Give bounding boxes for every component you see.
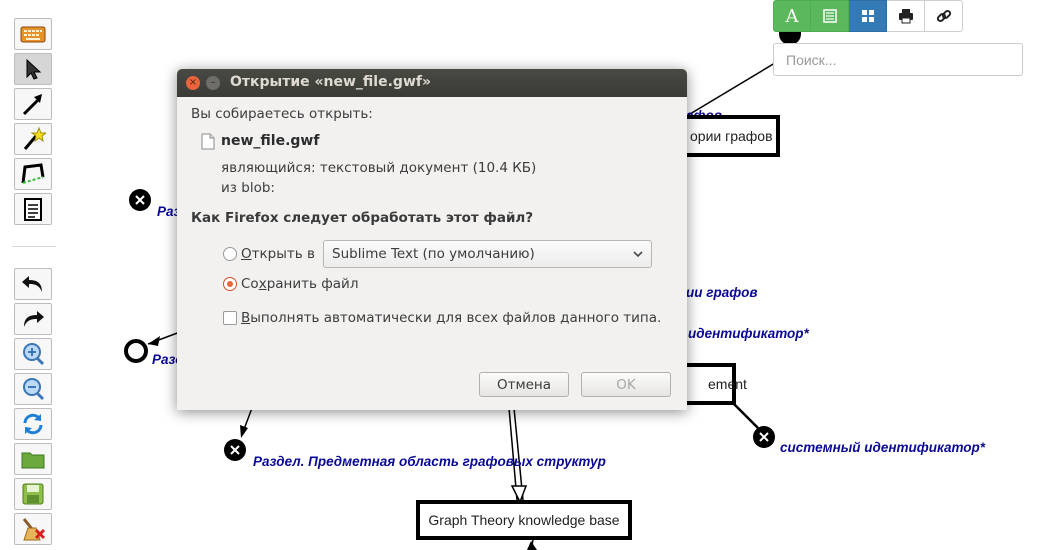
minimize-icon: – (210, 77, 216, 88)
open-with-label[interactable]: Открыть в (241, 246, 315, 262)
save-file-mnemonic: х (258, 276, 267, 292)
print-button[interactable] (887, 0, 925, 32)
question-heading: Как Firefox следует обработать этот файл… (191, 210, 534, 226)
graph-node[interactable] (753, 426, 775, 448)
file-type-line: являющийся: текстовый документ (10.4 КБ) (221, 160, 537, 176)
close-icon: × (188, 77, 198, 88)
cancel-button[interactable]: Отмена (479, 372, 569, 397)
link-button[interactable] (925, 0, 963, 32)
auto-action-label[interactable]: Выполнять автоматически для всех файлов … (241, 310, 661, 326)
graph-label[interactable]: идентификатор* (688, 326, 809, 341)
auto-action-mnemonic: В (241, 310, 251, 326)
minimize-window-button[interactable]: – (206, 76, 220, 90)
grid-icon (861, 10, 874, 22)
list-mode-button[interactable] (811, 0, 849, 32)
graph-label[interactable]: ии графов (686, 285, 758, 300)
open-with-mnemonic: О (241, 246, 252, 262)
ok-button[interactable]: OK (581, 372, 671, 397)
dialog-title: Открытие «new_file.gwf» (230, 74, 432, 90)
file-name: new_file.gwf (221, 133, 320, 149)
graph-node[interactable] (124, 339, 148, 363)
dialog-titlebar[interactable]: × – Открытие «new_file.gwf» (177, 69, 687, 97)
open-with-label-text: ткрыть в (251, 246, 315, 262)
graph-node[interactable] (129, 189, 151, 211)
graph-box-kb[interactable]: Graph Theory knowledge base (416, 500, 632, 540)
open-with-radio[interactable] (223, 247, 237, 261)
search-input[interactable] (773, 43, 1023, 76)
document-icon (201, 133, 215, 150)
file-source-line: из blob: (221, 180, 275, 196)
print-icon (898, 9, 913, 24)
intro-text: Вы собираетесь открыть: (191, 106, 373, 122)
application-select[interactable]: Sublime Text (по умолчанию) (323, 240, 652, 268)
download-dialog: × – Открытие «new_file.gwf» Вы собираете… (177, 69, 687, 410)
link-icon (936, 9, 951, 23)
application-select-value: Sublime Text (по умолчанию) (332, 246, 535, 262)
graph-label[interactable]: системный идентификатор* (780, 440, 985, 455)
save-file-label-pre: Со (241, 276, 259, 292)
save-file-label[interactable]: Сохранить файл (241, 276, 358, 292)
list-icon (822, 9, 837, 23)
save-file-radio[interactable] (223, 277, 237, 291)
grid-mode-button[interactable] (849, 0, 887, 32)
top-toolbar: A (773, 0, 963, 32)
graph-label[interactable]: Раздел. Предметная область графовых стру… (253, 454, 606, 469)
save-file-label-text: ранить файл (266, 276, 359, 292)
letter-a-icon: A (785, 5, 799, 27)
close-window-button[interactable]: × (186, 76, 200, 90)
graph-node[interactable] (224, 439, 246, 461)
auto-action-label-text: ыполнять автоматически для всех файлов д… (250, 310, 662, 326)
text-mode-button[interactable]: A (773, 0, 811, 32)
chevron-down-icon (633, 251, 643, 258)
auto-action-checkbox[interactable] (223, 311, 237, 325)
